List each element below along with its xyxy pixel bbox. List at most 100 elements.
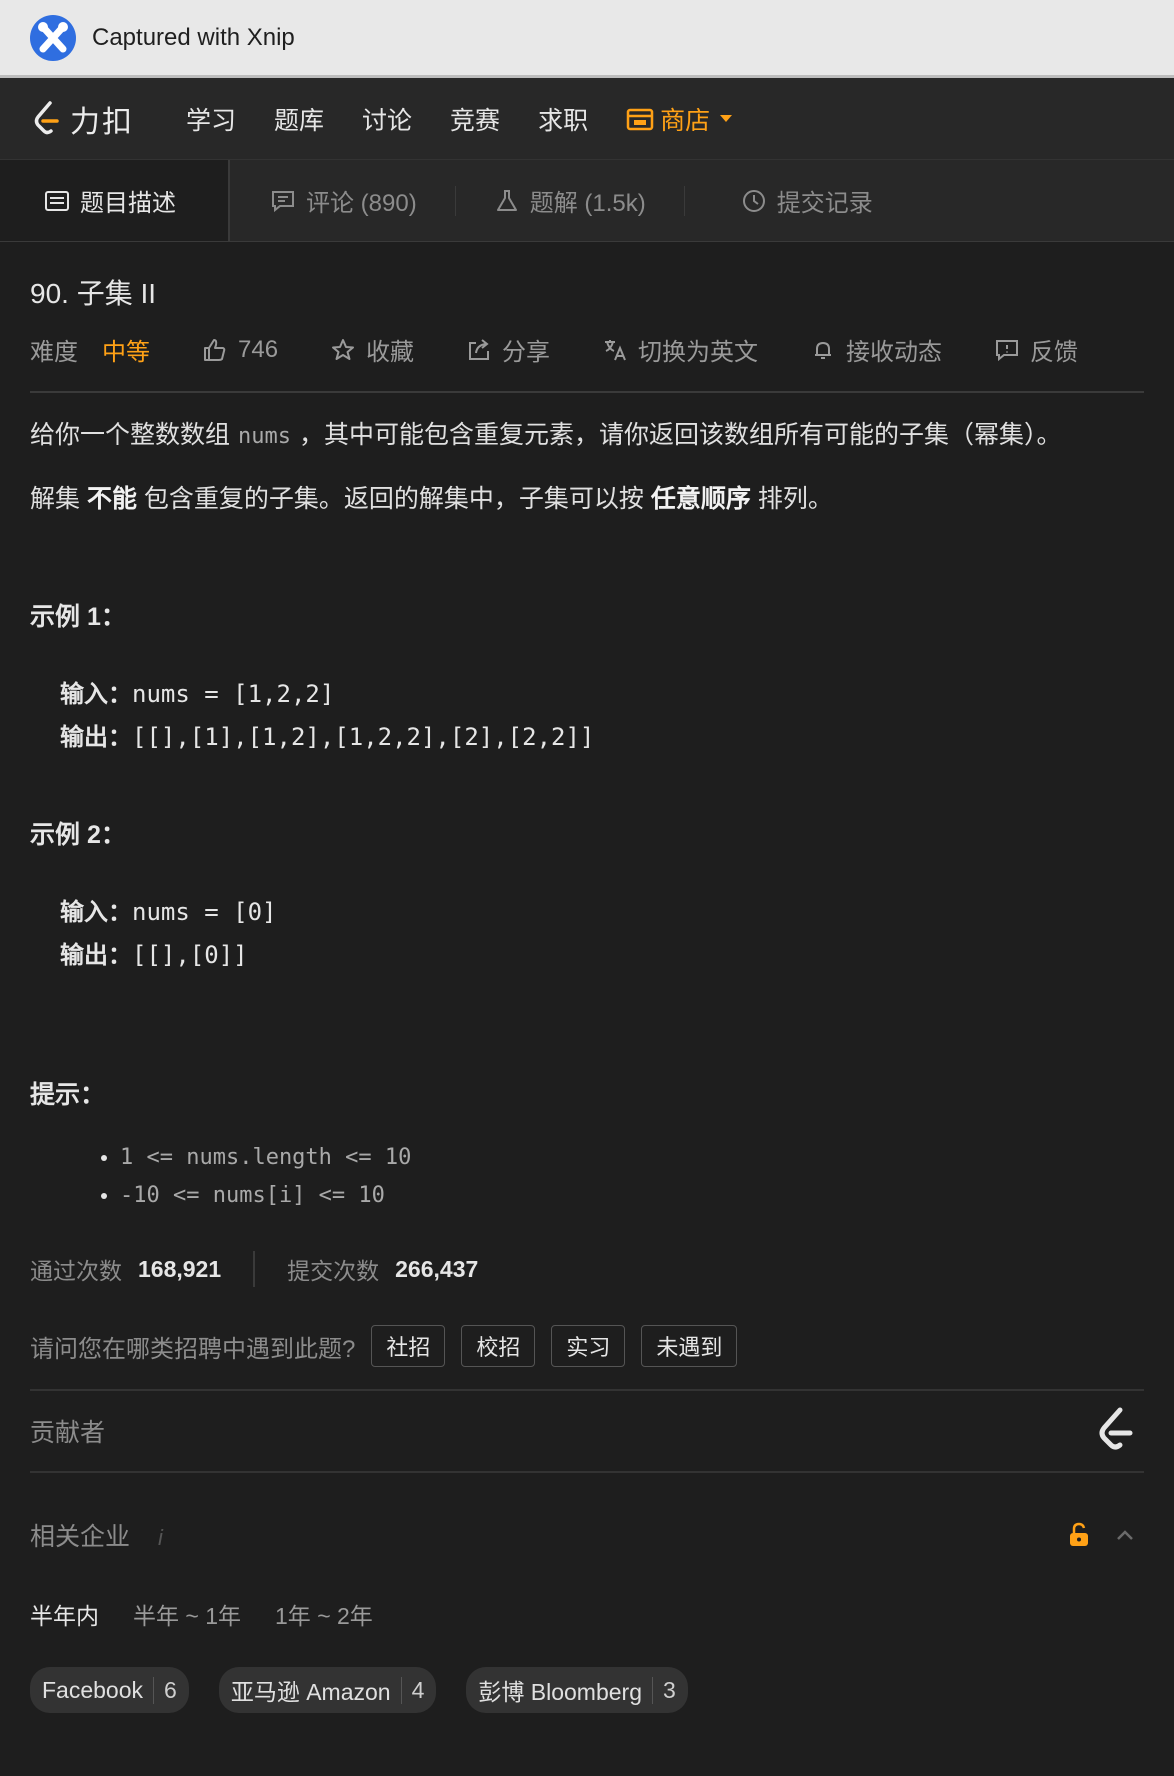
- thumbs-up-icon: [204, 338, 226, 361]
- feedback-button[interactable]: 反馈: [994, 332, 1078, 367]
- tab-solutions-label: 题解 (1.5k): [529, 190, 646, 217]
- subscribe-label: 接收动态: [846, 339, 943, 366]
- nav-store-label: 商店: [660, 106, 711, 135]
- share-label: 分享: [502, 339, 551, 366]
- window-titlebar: Captured with Xnip: [0, 0, 1174, 78]
- example-1-output: 输出：[[],[1],[1,2],[1,2,2],[2],[2,2]]: [60, 716, 1144, 759]
- submission-stats: 通过次数 168,921 提交次数 266,437: [30, 1251, 1144, 1287]
- xnip-logo-icon: [30, 14, 76, 61]
- nav-learn[interactable]: 学习: [186, 101, 236, 137]
- problem-tabs: 题目描述 评论 (890) 题解 (1.5k) 提交记录: [0, 160, 1174, 242]
- nav-problemset[interactable]: 题库: [274, 101, 324, 137]
- company-chip-bloomberg[interactable]: 彭博 Bloomberg 3: [466, 1667, 688, 1713]
- tab-submissions-label: 提交记录: [776, 190, 873, 217]
- period-1-2-years[interactable]: 1年 ~ 2年: [275, 1597, 373, 1631]
- problem-content: 90. 子集 II 难度 中等 746 收藏 分享 切换为英文 接收动态 反馈 …: [0, 272, 1174, 1713]
- unlock-icon[interactable]: [1066, 1522, 1092, 1548]
- bell-icon: [815, 341, 832, 359]
- star-icon: [332, 338, 355, 360]
- problem-description: 给你一个整数数组 nums ，其中可能包含重复元素，请你返回该数组所有可能的子集（幂…: [30, 415, 1144, 519]
- input-label: 输入：: [60, 681, 132, 708]
- problem-meta: 难度 中等 746 收藏 分享 切换为英文 接收动态 反馈: [30, 332, 1144, 393]
- chevron-up-icon[interactable]: [1112, 1522, 1138, 1548]
- company-chip-amazon[interactable]: 亚马逊 Amazon 4: [218, 1667, 437, 1713]
- recruit-option-campus[interactable]: 校招: [461, 1325, 536, 1367]
- example-1-block: 输入：nums = [1,2,2] 输出：[[],[1],[1,2],[1,2,…: [60, 673, 1144, 759]
- related-companies-title: 相关企业 i: [30, 1517, 163, 1553]
- related-companies-header: 相关企业 i: [30, 1517, 1144, 1553]
- leetcode-logo-icon: [34, 100, 59, 134]
- hints-list: 1 <= nums.length <= 10 -10 <= nums[i] <=…: [30, 1139, 1144, 1215]
- recruit-survey: 请问您在哪类招聘中遇到此题? 社招 校招 实习 未遇到: [30, 1325, 1144, 1391]
- description-paragraph-1: 给你一个整数数组 nums ，其中可能包含重复元素，请你返回该数组所有可能的子集（幂…: [30, 415, 1144, 457]
- output-label: 输出：: [60, 724, 132, 751]
- description-text: ，其中可能包含重复元素，请你返回该数组所有可能的子集（幂集）。: [299, 421, 1062, 449]
- translate-icon: [605, 339, 626, 360]
- switch-language-label: 切换为英文: [638, 339, 759, 366]
- tab-comments[interactable]: 评论 (890): [270, 160, 417, 241]
- example-1-input: 输入：nums = [1,2,2]: [60, 673, 1144, 716]
- company-list: Facebook 6 亚马逊 Amazon 4 彭博 Bloomberg 3: [30, 1667, 1144, 1713]
- emphasis-text: 任意顺序: [650, 485, 751, 513]
- output-value: [[],[1],[1,2],[1,2,2],[2],[2,2]]: [132, 723, 595, 751]
- accepted-label: 通过次数: [30, 1258, 122, 1284]
- hint-item: -10 <= nums[i] <= 10: [120, 1177, 1144, 1215]
- output-value: [[],[0]]: [132, 941, 248, 969]
- description-icon: [45, 190, 69, 211]
- inline-code: nums: [238, 424, 291, 449]
- tab-solutions[interactable]: 题解 (1.5k): [494, 160, 646, 241]
- subscribe-button[interactable]: 接收动态: [810, 332, 942, 367]
- example-1-title: 示例 1：: [30, 603, 126, 631]
- like-button[interactable]: 746: [202, 336, 278, 364]
- favorite-button[interactable]: 收藏: [330, 332, 414, 367]
- recruit-option-intern[interactable]: 实习: [551, 1325, 626, 1367]
- nav-discuss[interactable]: 讨论: [362, 101, 412, 137]
- nav-contest[interactable]: 竞赛: [450, 101, 500, 137]
- nav-store[interactable]: 商店: [626, 101, 733, 137]
- leetcode-brand[interactable]: 力扣: [30, 97, 134, 141]
- submitted-label: 提交次数: [287, 1258, 380, 1284]
- description-text: 给你一个整数数组: [30, 421, 231, 449]
- leetcode-avatar-icon[interactable]: [1092, 1406, 1138, 1456]
- nav-jobs[interactable]: 求职: [538, 101, 588, 137]
- favorite-label: 收藏: [366, 339, 415, 366]
- tab-strip: 评论 (890) 题解 (1.5k) 提交记录: [230, 160, 1174, 241]
- comment-icon: [272, 190, 294, 212]
- period-6-12-months[interactable]: 半年 ~ 1年: [133, 1597, 241, 1631]
- tab-comments-label: 评论 (890): [306, 190, 417, 217]
- period-6-months[interactable]: 半年内: [30, 1597, 99, 1631]
- feedback-label: 反馈: [1030, 339, 1079, 366]
- submitted-count: 266,437: [395, 1255, 479, 1282]
- contributors-label: 贡献者: [30, 1419, 106, 1447]
- company-chip-facebook[interactable]: Facebook 6: [30, 1667, 189, 1713]
- clock-icon: [742, 189, 765, 212]
- tab-description[interactable]: 题目描述: [0, 160, 230, 241]
- titlebar-text: Captured with Xnip: [92, 23, 295, 51]
- description-text: 包含重复的子集。返回的解集中，子集可以按: [136, 485, 651, 513]
- company-name: Facebook: [42, 1676, 144, 1703]
- recruit-option-none[interactable]: 未遇到: [641, 1325, 738, 1367]
- store-icon: [626, 108, 654, 130]
- like-count: 746: [238, 335, 279, 363]
- hint-item: 1 <= nums.length <= 10: [120, 1139, 1144, 1177]
- company-count: 6: [153, 1676, 177, 1704]
- description-text: 排列。: [750, 485, 833, 513]
- company-name: 亚马逊 Amazon: [230, 1679, 391, 1705]
- recruit-option-social[interactable]: 社招: [371, 1325, 446, 1367]
- companies-actions: [1066, 1522, 1138, 1548]
- tab-submissions[interactable]: 提交记录: [741, 160, 873, 241]
- company-count: 3: [652, 1676, 676, 1704]
- brand-name: 力扣: [70, 105, 134, 139]
- switch-language-button[interactable]: 切换为英文: [602, 332, 758, 367]
- chevron-down-icon: [720, 115, 733, 122]
- output-label: 输出：: [60, 942, 132, 969]
- stats-divider: [253, 1251, 256, 1287]
- hints-title: 提示：: [30, 1081, 106, 1109]
- emphasis-text: 不能: [86, 485, 137, 513]
- difficulty-value: 中等: [102, 339, 150, 366]
- company-name: 彭博 Bloomberg: [478, 1679, 642, 1705]
- flask-icon: [496, 189, 517, 211]
- share-button[interactable]: 分享: [466, 332, 550, 367]
- description-paragraph-2: 解集 不能 包含重复的子集。返回的解集中，子集可以按 任意顺序 排列。: [30, 479, 1144, 519]
- info-icon[interactable]: i: [158, 1525, 163, 1550]
